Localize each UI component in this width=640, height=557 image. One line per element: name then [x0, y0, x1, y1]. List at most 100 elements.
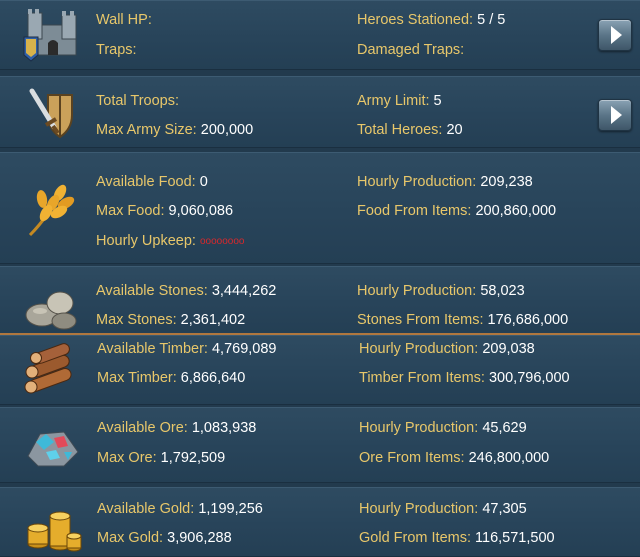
stone-hourly-value: 58,023: [480, 283, 525, 299]
available-gold-value: 1,199,256: [198, 501, 263, 517]
max-timber-value: 6,866,640: [180, 370, 246, 386]
gold-row: Available Gold: 1,199,256 Max Gold: 3,90…: [0, 487, 640, 557]
hourly-upkeep-value: oooooooo: [199, 236, 245, 247]
food-items-value: 200,860,000: [475, 203, 557, 219]
max-timber-label: Max Timber:: [97, 370, 177, 386]
max-army-value: 200,000: [200, 122, 254, 138]
available-timber-value: 4,769,089: [211, 341, 277, 357]
max-timber-line: Max Timber: 6,866,640: [97, 370, 245, 386]
max-food-label: Max Food:: [96, 203, 165, 219]
army-row: Total Troops: Max Army Size: 200,000 Arm…: [0, 76, 640, 148]
gold-items-line: Gold From Items: 116,571,500: [359, 530, 555, 546]
ore-icon: [27, 431, 79, 467]
timber-items-value: 300,796,000: [488, 370, 570, 386]
army-details-button[interactable]: [598, 99, 632, 131]
max-food-line: Max Food: 9,060,086: [96, 203, 233, 219]
heroes-stationed-value: 5 / 5: [477, 12, 506, 28]
max-ore-line: Max Ore: 1,792,509: [97, 450, 225, 466]
max-gold-line: Max Gold: 3,906,288: [97, 530, 232, 546]
damaged-traps-label: Damaged Traps:: [357, 42, 465, 58]
hourly-upkeep-line: Hourly Upkeep: oooooooo: [96, 233, 244, 249]
army-limit-value: 5: [433, 93, 442, 109]
total-heroes-line: Total Heroes: 20: [357, 122, 463, 138]
stone-items-value: 176,686,000: [487, 312, 569, 328]
max-stones-value: 2,361,402: [180, 312, 246, 328]
damaged-traps-line: Damaged Traps:: [357, 42, 464, 58]
food-row: Available Food: 0 Max Food: 9,060,086 Ho…: [0, 152, 640, 264]
food-hourly-label: Hourly Production:: [357, 174, 477, 190]
army-limit-line: Army Limit: 5: [357, 93, 442, 109]
ore-items-value: 246,800,000: [468, 450, 550, 466]
available-ore-line: Available Ore: 1,083,938: [97, 420, 256, 436]
stone-hourly-line: Hourly Production: 58,023: [357, 283, 525, 299]
army-limit-label: Army Limit:: [357, 93, 430, 109]
gold-hourly-label: Hourly Production:: [359, 501, 479, 517]
chevron-right-icon: [611, 106, 622, 124]
hourly-upkeep-label: Hourly Upkeep:: [96, 233, 196, 249]
ore-items-label: Ore From Items:: [359, 450, 465, 466]
food-hourly-line: Hourly Production: 209,238: [357, 174, 533, 190]
available-food-line: Available Food: 0: [96, 174, 208, 190]
food-hourly-value: 209,238: [480, 174, 533, 190]
defense-details-button[interactable]: [598, 19, 632, 51]
defense-row: Wall HP: Traps: Heroes Stationed: 5 / 5 …: [0, 0, 640, 70]
stone-hourly-label: Hourly Production:: [357, 283, 477, 299]
food-items-label: Food From Items:: [357, 203, 472, 219]
ore-row: Available Ore: 1,083,938 Max Ore: 1,792,…: [0, 407, 640, 483]
wheat-icon: [28, 184, 75, 237]
sword-shield-icon: [29, 88, 73, 139]
timber-logs-icon: [24, 343, 72, 394]
ore-hourly-label: Hourly Production:: [359, 420, 479, 436]
traps-label: Traps:: [96, 42, 137, 58]
available-food-label: Available Food:: [96, 174, 196, 190]
available-gold-line: Available Gold: 1,199,256: [97, 501, 263, 517]
stone-items-line: Stones From Items: 176,686,000: [357, 312, 568, 328]
total-heroes-value: 20: [446, 122, 463, 138]
castle-icon: [23, 9, 77, 62]
max-stones-line: Max Stones: 2,361,402: [96, 312, 245, 328]
gold-hourly-value: 47,305: [482, 501, 527, 517]
city-overview-panel: Wall HP: Traps: Heroes Stationed: 5 / 5 …: [0, 0, 640, 557]
available-gold-label: Available Gold:: [97, 501, 195, 517]
gold-coins-icon: [27, 511, 82, 552]
max-gold-label: Max Gold:: [97, 530, 164, 546]
timber-hourly-line: Hourly Production: 209,038: [359, 341, 535, 357]
wall-hp-line: Wall HP:: [96, 12, 152, 28]
timber-items-label: Timber From Items:: [359, 370, 485, 386]
gold-items-label: Gold From Items:: [359, 530, 471, 546]
total-troops-line: Total Troops:: [96, 93, 179, 109]
timber-hourly-label: Hourly Production:: [359, 341, 479, 357]
max-ore-value: 1,792,509: [160, 450, 226, 466]
gold-hourly-line: Hourly Production: 47,305: [359, 501, 527, 517]
ore-hourly-line: Hourly Production: 45,629: [359, 420, 527, 436]
total-troops-label: Total Troops:: [96, 93, 180, 109]
available-food-value: 0: [199, 174, 208, 190]
ore-items-line: Ore From Items: 246,800,000: [359, 450, 549, 466]
max-food-value: 9,060,086: [168, 203, 234, 219]
available-timber-label: Available Timber:: [97, 341, 208, 357]
heroes-stationed-line: Heroes Stationed: 5 / 5: [357, 12, 505, 28]
max-army-line: Max Army Size: 200,000: [96, 122, 253, 138]
timber-hourly-value: 209,038: [482, 341, 535, 357]
stone-items-label: Stones From Items:: [357, 312, 484, 328]
traps-line: Traps:: [96, 42, 137, 58]
stone-icon: [25, 291, 77, 330]
available-stones-line: Available Stones: 3,444,262: [96, 283, 276, 299]
max-ore-label: Max Ore:: [97, 450, 157, 466]
heroes-stationed-label: Heroes Stationed:: [357, 12, 474, 28]
gold-items-value: 116,571,500: [475, 530, 555, 546]
max-stones-label: Max Stones:: [96, 312, 177, 328]
chevron-right-icon: [611, 26, 622, 44]
timber-row: Available Timber: 4,769,089 Max Timber: …: [0, 335, 640, 405]
timber-items-line: Timber From Items: 300,796,000: [359, 370, 570, 386]
stone-row: Available Stones: 3,444,262 Max Stones: …: [0, 266, 640, 334]
available-ore-label: Available Ore:: [97, 420, 188, 436]
available-ore-value: 1,083,938: [191, 420, 257, 436]
available-stones-label: Available Stones:: [96, 283, 208, 299]
total-heroes-label: Total Heroes:: [357, 122, 443, 138]
ore-hourly-value: 45,629: [482, 420, 527, 436]
wall-hp-label: Wall HP:: [96, 12, 152, 28]
max-army-label: Max Army Size:: [96, 122, 197, 138]
food-items-line: Food From Items: 200,860,000: [357, 203, 556, 219]
available-stones-value: 3,444,262: [211, 283, 277, 299]
